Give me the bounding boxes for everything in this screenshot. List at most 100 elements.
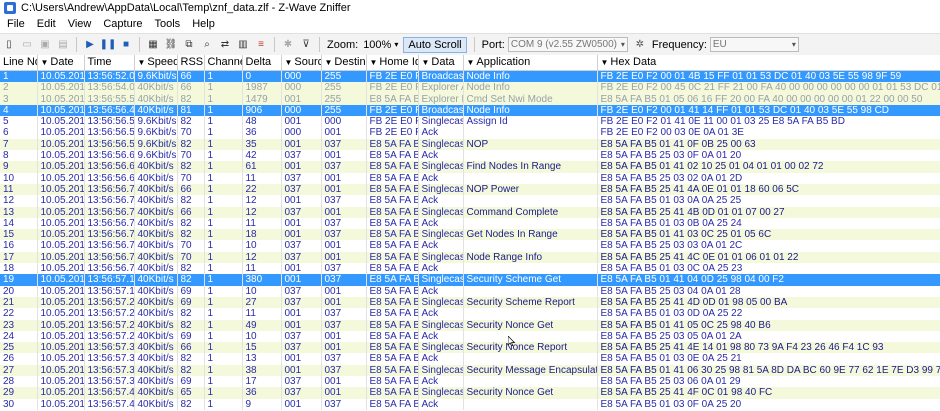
table-row[interactable]: 2410.05.201813:56:57.28140Kbit/s69110037… bbox=[0, 330, 940, 343]
table-row[interactable]: 2910.05.201813:56:57.40140Kbit/s65136037… bbox=[0, 387, 940, 399]
table-row[interactable]: 2110.05.201813:56:57.21140Kbit/s69127037… bbox=[0, 296, 940, 309]
menu-edit[interactable]: Edit bbox=[31, 18, 62, 30]
cell-source: 000 bbox=[281, 104, 322, 117]
frequency-select[interactable]: EU ▾ bbox=[709, 37, 799, 52]
column-header-rssi[interactable]: RSSI bbox=[177, 55, 205, 71]
table-row[interactable]: 1510.05.201813:56:56.75840Kbit/s82118001… bbox=[0, 229, 940, 241]
filter-icon[interactable]: ▼ bbox=[138, 58, 146, 67]
gear-icon[interactable]: ✲ bbox=[633, 38, 647, 51]
table-row[interactable]: 2010.05.201813:56:57.18440Kbit/s69110037… bbox=[0, 285, 940, 297]
cell-home-id: E8 5A FA B5 bbox=[366, 150, 419, 162]
table-row[interactable]: 1610.05.201813:56:56.76740Kbit/s70110037… bbox=[0, 240, 940, 252]
pause-capture-icon[interactable]: ❚❚ bbox=[100, 38, 117, 51]
packet-grid[interactable]: Line No ▼Date Time ▼Speed RSSI Channel D… bbox=[0, 55, 940, 411]
column-header-time[interactable]: Time bbox=[84, 55, 135, 71]
cell-home-id: FB 2E E0 F2 bbox=[366, 127, 419, 139]
filter-icon[interactable]: ▼ bbox=[285, 58, 293, 67]
table-row[interactable]: 2610.05.201813:56:57.30840Kbit/s82113001… bbox=[0, 353, 940, 365]
column-header-hex-data[interactable]: ▼ Hex Data bbox=[597, 55, 940, 71]
table-row[interactable]: 2710.05.201813:56:57.35640Kbit/s82138001… bbox=[0, 364, 940, 377]
table-row[interactable]: 2810.05.201813:56:57.36640Kbit/s69117037… bbox=[0, 376, 940, 388]
cell-source: 037 bbox=[281, 387, 322, 399]
table-row[interactable]: 1810.05.201813:56:56.79240Kbit/s82111001… bbox=[0, 263, 940, 275]
table-row[interactable]: 610.05.201813:56:56.5389.6Kbit/s70136000… bbox=[0, 127, 940, 139]
cell-time: 13:56:56.792 bbox=[84, 263, 135, 275]
filter-icon[interactable]: ▼ bbox=[325, 58, 333, 67]
filter-icon[interactable]: ▼ bbox=[467, 58, 475, 67]
cell-date: 10.05.2018 bbox=[37, 150, 85, 162]
filter-icon[interactable]: ▼ bbox=[370, 58, 378, 67]
menu-file[interactable]: File bbox=[0, 18, 31, 30]
table-row[interactable]: 2510.05.201813:56:57.30040Kbit/s66115037… bbox=[0, 342, 940, 354]
start-capture-icon[interactable]: ▶ bbox=[83, 38, 97, 51]
grid-view-icon[interactable]: ▥ bbox=[236, 38, 250, 51]
table-row[interactable]: 2210.05.201813:56:57.22240Kbit/s82111001… bbox=[0, 308, 940, 320]
table-row[interactable]: 110.05.201813:56:52.0999.6Kbit/s66100002… bbox=[0, 70, 940, 83]
port-select[interactable]: COM 9 (v2.55 ZW0500) ▾ bbox=[507, 37, 628, 52]
cell-home-id: E8 5A FA B5 bbox=[366, 206, 419, 218]
table-row[interactable]: 1010.05.201813:56:56.68240Kbit/s70111037… bbox=[0, 172, 940, 184]
menu-capture[interactable]: Capture bbox=[97, 18, 148, 30]
table-row[interactable]: 810.05.201813:56:56.6159.6Kbit/s70142037… bbox=[0, 150, 940, 162]
cell-rssi: 69 bbox=[177, 285, 205, 297]
column-header-channel[interactable]: Channel bbox=[204, 55, 243, 71]
document-icon[interactable]: ▦ bbox=[146, 38, 160, 51]
table-row[interactable]: 1710.05.201813:56:56.78640Kbit/s70112037… bbox=[0, 251, 940, 264]
tools-icon[interactable]: ✱ bbox=[281, 38, 295, 51]
column-header-delta[interactable]: Delta bbox=[242, 55, 282, 71]
filter-icon[interactable]: ▼ bbox=[41, 58, 49, 67]
cell-destination: 001 bbox=[321, 127, 367, 139]
filter-icon[interactable]: ▼ bbox=[601, 58, 609, 67]
open-folder-icon[interactable]: ▭ bbox=[20, 38, 34, 51]
table-row[interactable]: 1410.05.201813:56:56.74040Kbit/s82111001… bbox=[0, 217, 940, 230]
copy-icon[interactable]: ⧉ bbox=[182, 38, 196, 51]
cell-home-id: E8 5A FA B5 bbox=[366, 229, 419, 241]
filter-icon[interactable]: ⊽ bbox=[299, 38, 313, 51]
column-header-data[interactable]: ▼ Data bbox=[418, 55, 464, 71]
column-header-home-id[interactable]: ▼ Home Id bbox=[366, 55, 419, 71]
column-header-destination[interactable]: ▼Destination bbox=[321, 55, 367, 71]
save-as-icon[interactable]: ▤ bbox=[56, 38, 70, 51]
table-row[interactable]: 710.05.201813:56:56.5749.6Kbit/s82135001… bbox=[0, 138, 940, 151]
table-row[interactable]: 1910.05.201813:56:57.17240Kbit/s82138000… bbox=[0, 274, 940, 286]
table-row[interactable]: 1210.05.201813:56:56.71540Kbit/s82112001… bbox=[0, 195, 940, 207]
zoom-select[interactable]: 100% ▾ bbox=[361, 39, 400, 51]
column-header-source[interactable]: ▼Source bbox=[281, 55, 322, 71]
cell-time: 13:56:56.758 bbox=[84, 229, 135, 241]
cell-line-no: 17 bbox=[0, 251, 38, 264]
column-header-date[interactable]: ▼ Date bbox=[37, 55, 85, 71]
cell-date: 10.05.2018 bbox=[37, 229, 85, 241]
auto-scroll-button[interactable]: Auto Scroll bbox=[403, 36, 467, 53]
menu-tools[interactable]: Tools bbox=[149, 18, 187, 30]
cell-delta: 10 bbox=[242, 285, 282, 297]
column-header-application[interactable]: ▼ Application bbox=[463, 55, 598, 71]
menu-view[interactable]: View bbox=[62, 18, 98, 30]
table-row[interactable]: 1310.05.201813:56:56.72940Kbit/s66112037… bbox=[0, 206, 940, 218]
table-row[interactable]: 2310.05.201813:56:57.27140Kbit/s82149001… bbox=[0, 319, 940, 331]
table-row[interactable]: 310.05.201813:56:55.55440Kbit/s821147900… bbox=[0, 93, 940, 105]
column-header-speed[interactable]: ▼ Speed bbox=[134, 55, 178, 71]
link-icon[interactable]: ⛓ bbox=[164, 38, 178, 51]
table-row[interactable]: 3010.05.201813:56:57.41040Kbit/s82190010… bbox=[0, 398, 940, 410]
cell-rssi: 70 bbox=[177, 150, 205, 162]
chevron-down-icon: ▾ bbox=[791, 40, 796, 49]
table-row[interactable]: 210.05.201813:56:54.07940Kbit/s661198700… bbox=[0, 82, 940, 94]
save-icon[interactable]: ▣ bbox=[38, 38, 52, 51]
cell-hex-data: E8 5A FA B5 01 41 05 0C 25 98 40 B6 bbox=[597, 319, 940, 331]
table-row[interactable]: 410.05.201813:56:56.46040Kbit/s811906000… bbox=[0, 104, 940, 117]
filter-icon[interactable]: ▼ bbox=[422, 58, 430, 67]
color-list-icon[interactable]: ≡ bbox=[254, 38, 268, 51]
replace-icon[interactable]: ⇄ bbox=[218, 38, 232, 51]
menu-help[interactable]: Help bbox=[186, 18, 221, 30]
column-label: Hex Data bbox=[610, 56, 657, 68]
column-header-line-no[interactable]: Line No bbox=[0, 55, 38, 71]
stop-capture-icon[interactable]: ■ bbox=[119, 38, 133, 51]
table-row[interactable]: 510.05.201813:56:56.5089.6Kbit/s82148001… bbox=[0, 116, 940, 128]
new-file-icon[interactable]: ▯ bbox=[2, 38, 16, 51]
find-icon[interactable]: ⌕ bbox=[200, 38, 214, 51]
table-row[interactable]: 1110.05.201813:56:56.70540Kbit/s66122037… bbox=[0, 183, 940, 196]
cell-line-no: 29 bbox=[0, 387, 38, 399]
cell-application: Security Message Encapsulation bbox=[463, 364, 598, 377]
table-row[interactable]: 910.05.201813:56:56.67340Kbit/s821610010… bbox=[0, 161, 940, 173]
cell-destination: 037 bbox=[321, 195, 367, 207]
